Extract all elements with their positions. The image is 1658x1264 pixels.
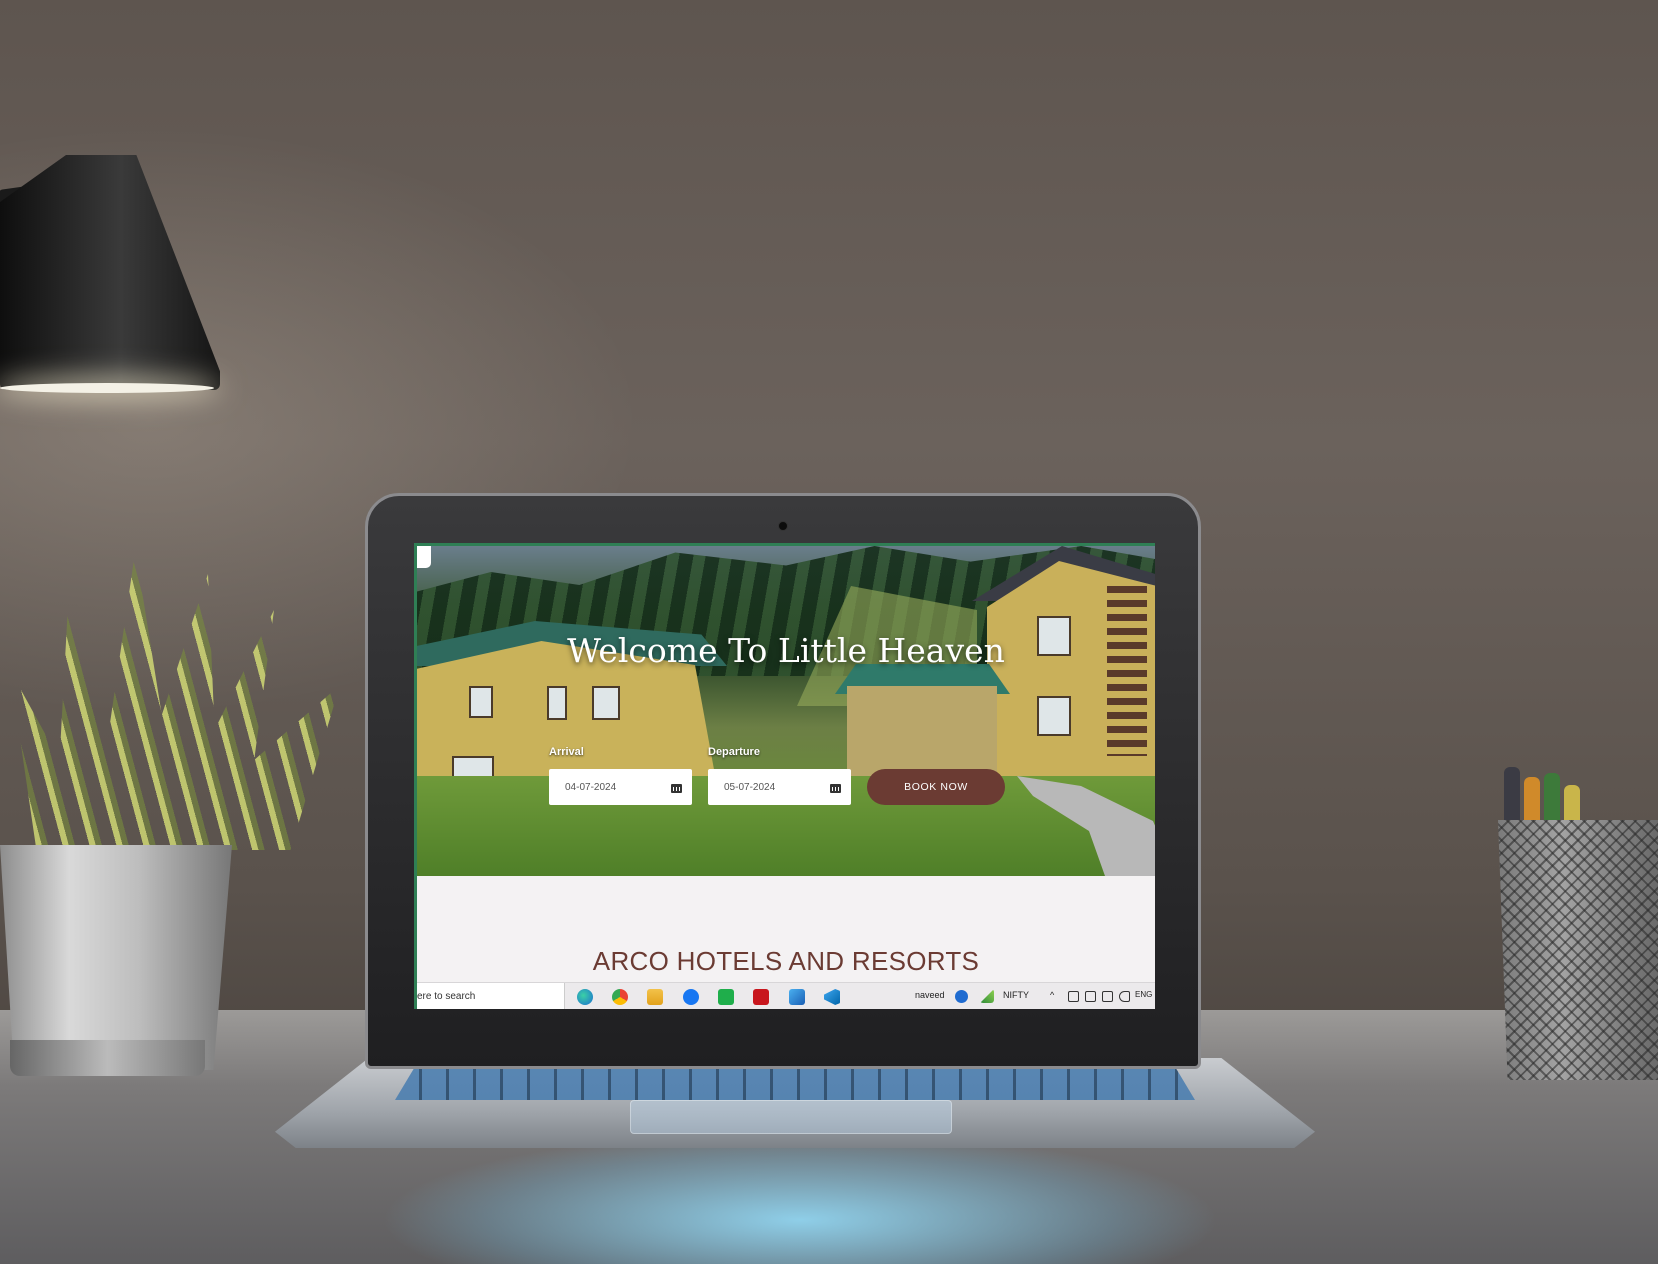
chevron-up-icon[interactable]: ^: [1050, 990, 1054, 1000]
acrobat-icon[interactable]: [753, 989, 769, 1005]
hero-title: Welcome To Little Heaven: [567, 631, 1005, 670]
stock-chart-icon[interactable]: [980, 989, 994, 1003]
edge-icon[interactable]: [577, 989, 593, 1005]
battery-icon[interactable]: [1085, 991, 1096, 1002]
whatsapp-icon[interactable]: [718, 989, 734, 1005]
chrome-icon[interactable]: [612, 989, 628, 1005]
window: [469, 686, 493, 718]
taskbar-user: naveed: [915, 990, 945, 1000]
arrival-date-value: 04-07-2024: [565, 781, 617, 793]
window: [592, 686, 620, 720]
lamp-light: [0, 383, 214, 393]
webcam: [778, 521, 788, 531]
departure-date-value: 05-07-2024: [724, 781, 776, 793]
arrival-label: Arrival: [549, 746, 584, 758]
language-indicator[interactable]: ENG: [1135, 990, 1152, 999]
laptop-screen: Welcome To Little Heaven Arrival 04-07-2…: [414, 543, 1155, 1009]
help-icon[interactable]: [955, 990, 968, 1003]
volume-icon[interactable]: [1119, 991, 1130, 1002]
building-stripes: [1107, 586, 1147, 756]
corner-tab[interactable]: [417, 546, 431, 568]
arrival-date-field[interactable]: 04-07-2024: [549, 769, 692, 805]
departure-label: Departure: [708, 746, 760, 758]
calendar-icon[interactable]: [830, 782, 841, 793]
photos-icon[interactable]: [789, 989, 805, 1005]
taskbar: ere to search naveed NIFTY ^ ENG: [417, 982, 1155, 1009]
window: [1037, 696, 1071, 736]
trackpad: [630, 1100, 952, 1134]
pen-holder: [1498, 820, 1658, 1080]
window: [547, 686, 567, 720]
vscode-icon[interactable]: [824, 989, 840, 1005]
departure-date-field[interactable]: 05-07-2024: [708, 769, 851, 805]
plant-pot-base: [10, 1040, 205, 1076]
facebook-icon[interactable]: [683, 989, 699, 1005]
plant-pot: [0, 845, 232, 1070]
taskbar-search[interactable]: ere to search: [417, 983, 565, 1009]
file-explorer-icon[interactable]: [647, 989, 663, 1005]
meet-icon[interactable]: [1068, 991, 1079, 1002]
book-now-button[interactable]: BOOK NOW: [867, 769, 1005, 805]
taskbar-search-text: ere to search: [417, 991, 476, 1002]
ticker-label[interactable]: NIFTY: [1003, 990, 1029, 1000]
network-icon[interactable]: [1102, 991, 1113, 1002]
calendar-icon[interactable]: [671, 782, 682, 793]
booking-form: Arrival 04-07-2024 Departure 05-07-2024 …: [549, 746, 1009, 806]
hero-banner: Welcome To Little Heaven Arrival 04-07-2…: [417, 546, 1155, 876]
section-title: ARCO HOTELS AND RESORTS: [592, 946, 980, 976]
